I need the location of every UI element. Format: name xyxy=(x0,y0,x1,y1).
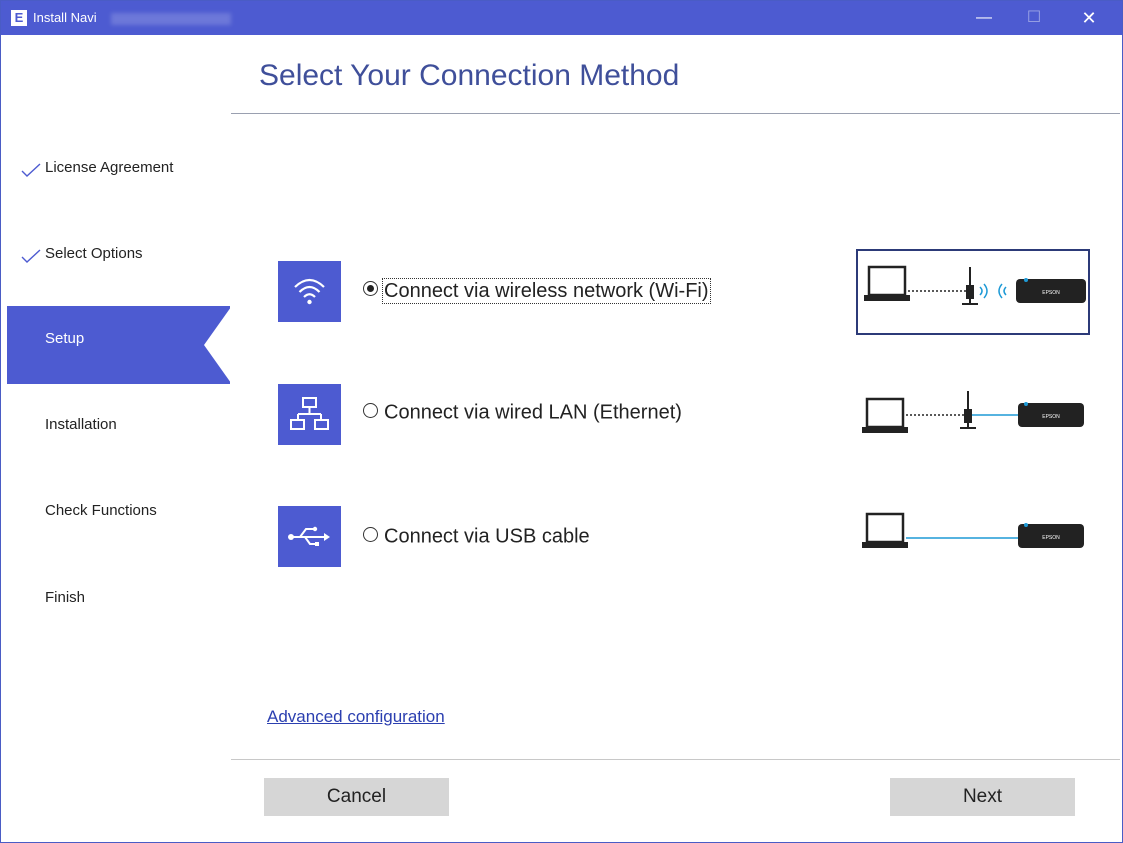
header-divider xyxy=(231,113,1120,114)
advanced-configuration-link[interactable]: Advanced configuration xyxy=(267,707,445,727)
printer-brand-label: EPSON xyxy=(1042,290,1060,296)
cancel-button[interactable]: Cancel xyxy=(264,778,449,816)
footer-divider xyxy=(231,759,1120,760)
option-ethernet[interactable]: Connect via wired LAN (Ethernet) xyxy=(363,399,682,429)
step-label: Setup xyxy=(45,330,85,347)
page-title: Select Your Connection Method xyxy=(259,59,680,92)
active-step-pointer xyxy=(204,307,231,383)
option-wifi[interactable]: Connect via wireless network (Wi-Fi) xyxy=(363,277,711,307)
installer-window: E Install Navi — ☐ ✕ Select Your Connect… xyxy=(0,0,1123,843)
wifi-icon xyxy=(278,261,341,322)
ethernet-connection-illustration: EPSON xyxy=(856,371,1090,457)
window-title: Install Navi xyxy=(33,10,97,25)
radio-ethernet[interactable] xyxy=(363,403,378,419)
radio-wifi[interactable] xyxy=(363,281,378,297)
step-setup-active: Setup xyxy=(7,306,230,384)
option-usb[interactable]: Connect via USB cable xyxy=(363,523,590,553)
title-bar[interactable]: E Install Navi — ☐ ✕ xyxy=(1,1,1122,35)
checkmark-icon xyxy=(21,163,41,177)
printer-brand-label: EPSON xyxy=(1042,535,1060,541)
option-label: Connect via wireless network (Wi-Fi) xyxy=(382,277,711,304)
maximize-button[interactable]: ☐ xyxy=(1011,1,1057,35)
redacted-title-suffix xyxy=(111,13,231,25)
step-label: Select Options xyxy=(45,245,143,262)
wifi-connection-illustration: EPSON xyxy=(856,249,1090,335)
step-label: Installation xyxy=(45,416,117,433)
usb-connection-illustration: EPSON xyxy=(856,496,1090,582)
printer-brand-label: EPSON xyxy=(1042,414,1060,420)
epson-app-icon: E xyxy=(11,10,27,26)
option-label: Connect via wired LAN (Ethernet) xyxy=(384,401,682,424)
usb-icon xyxy=(278,506,341,567)
radio-usb[interactable] xyxy=(363,527,378,543)
option-label: Connect via USB cable xyxy=(384,525,590,548)
step-label: License Agreement xyxy=(45,159,174,176)
next-button[interactable]: Next xyxy=(890,778,1075,816)
minimize-button[interactable]: — xyxy=(961,1,1007,35)
network-icon xyxy=(278,384,341,445)
checkmark-icon xyxy=(21,249,41,263)
step-label: Finish xyxy=(45,589,86,606)
step-license-agreement: License Agreement xyxy=(1,159,230,239)
step-label: Check Functions xyxy=(45,502,157,519)
step-check-functions: Check Functions xyxy=(1,502,230,582)
step-installation: Installation xyxy=(1,416,230,496)
close-button[interactable]: ✕ xyxy=(1066,1,1112,35)
step-finish: Finish xyxy=(1,589,230,669)
